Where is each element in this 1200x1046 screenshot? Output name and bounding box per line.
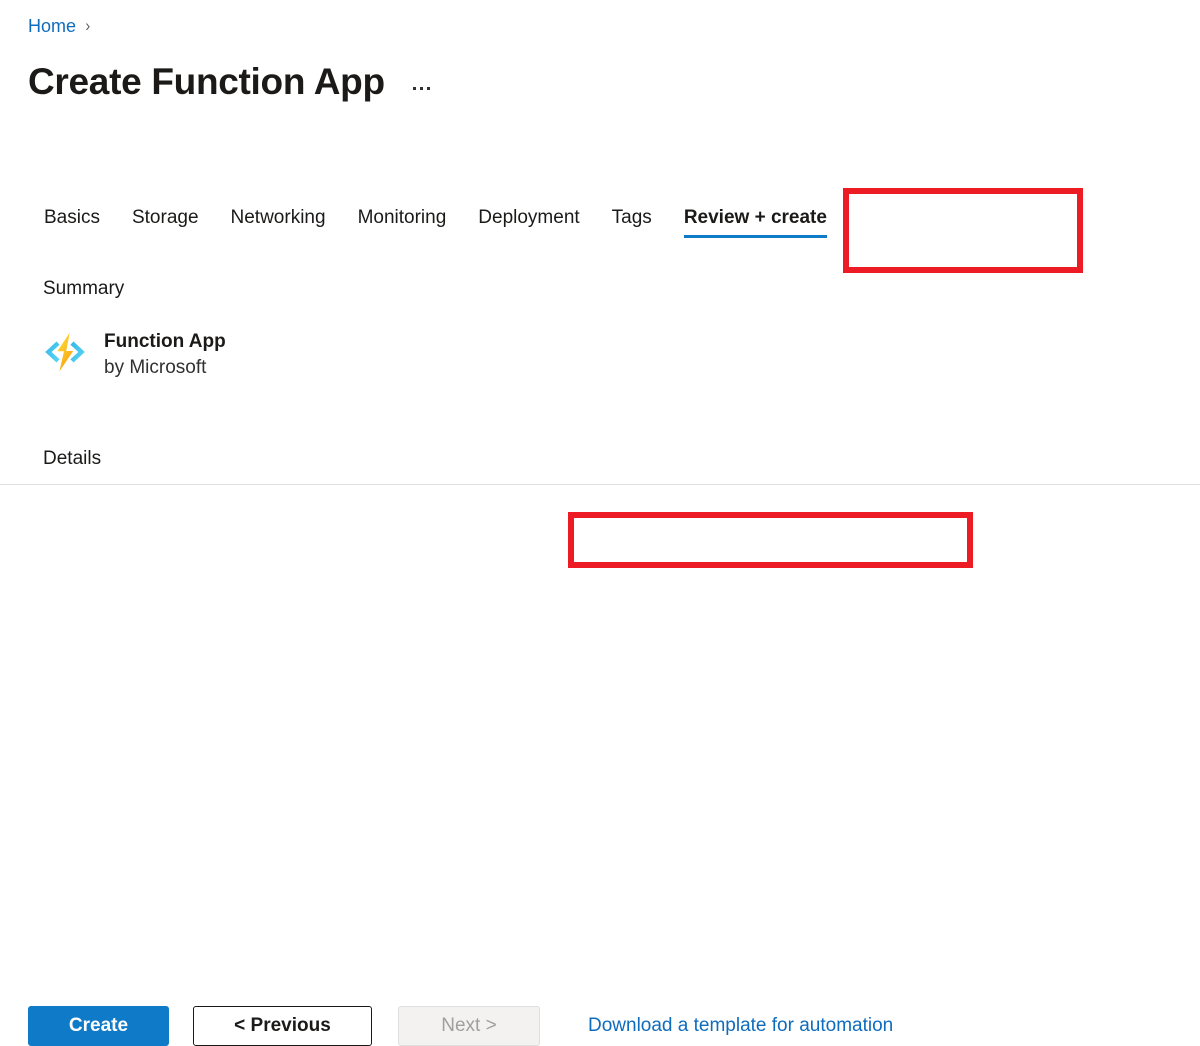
function-app-icon (42, 329, 88, 375)
tab-review-create[interactable]: Review + create (668, 198, 843, 242)
tab-basics[interactable]: Basics (28, 198, 116, 242)
breadcrumb: Home › (28, 15, 91, 37)
ellipsis-dot (413, 87, 416, 90)
tab-label: Basics (44, 207, 100, 228)
offer-summary: Function App by Microsoft (42, 327, 226, 381)
ellipsis-dot (427, 87, 430, 90)
tab-monitoring[interactable]: Monitoring (342, 198, 463, 242)
tab-label: Tags (612, 207, 652, 228)
tab-label: Storage (132, 207, 199, 228)
tab-label: Networking (231, 207, 326, 228)
chevron-right-icon: › (85, 15, 90, 37)
tab-storage[interactable]: Storage (116, 198, 215, 242)
details-heading: Details (43, 446, 101, 472)
footer-action-bar: Create < Previous Next > Download a temp… (0, 485, 1200, 584)
page-title-row: Create Function App (28, 59, 432, 105)
wizard-tabs: Basics Storage Networking Monitoring Dep… (28, 198, 843, 242)
highlight-box-review-create (843, 188, 1083, 273)
summary-heading: Summary (43, 276, 124, 302)
offer-name: Function App (104, 329, 226, 354)
tab-label: Monitoring (358, 207, 447, 228)
tab-label: Review + create (684, 207, 827, 228)
offer-publisher: by Microsoft (104, 355, 226, 381)
tab-label: Deployment (478, 207, 579, 228)
next-button: Next > (398, 1006, 540, 1046)
tab-deployment[interactable]: Deployment (462, 198, 595, 242)
download-template-link[interactable]: Download a template for automation (588, 1013, 893, 1039)
ellipsis-dot (420, 87, 423, 90)
tab-tags[interactable]: Tags (596, 198, 668, 242)
ellipsis-icon[interactable] (411, 81, 432, 96)
page-title: Create Function App (28, 59, 385, 105)
tab-networking[interactable]: Networking (215, 198, 342, 242)
previous-button[interactable]: < Previous (193, 1006, 372, 1046)
breadcrumb-item-home[interactable]: Home (28, 15, 76, 37)
tab-selected-underline (684, 235, 827, 238)
offer-text: Function App by Microsoft (104, 327, 226, 381)
create-button[interactable]: Create (28, 1006, 169, 1046)
